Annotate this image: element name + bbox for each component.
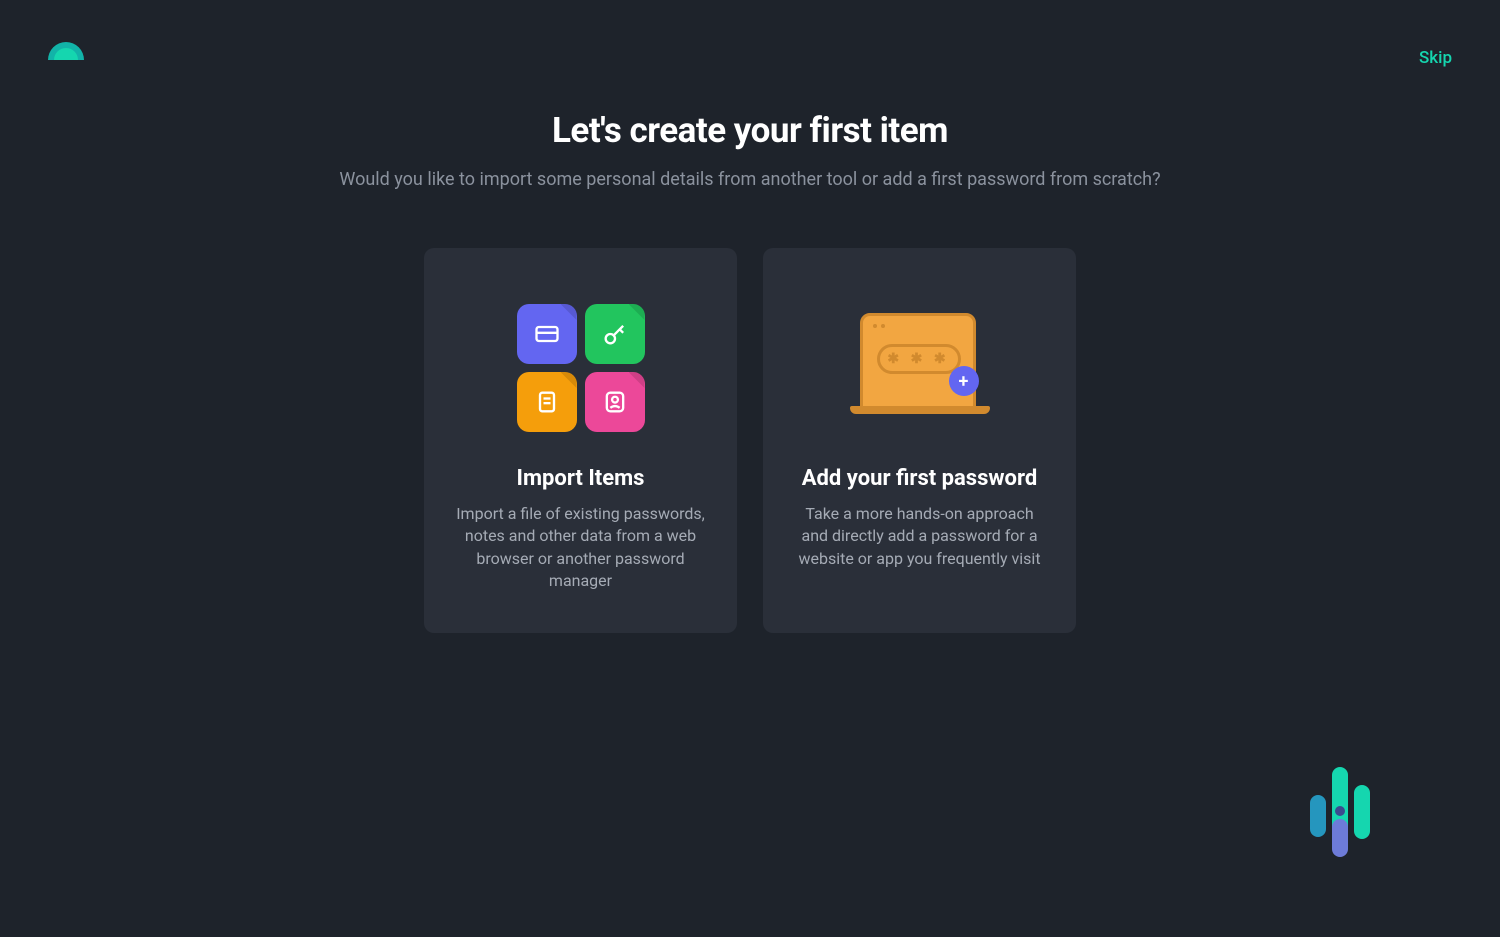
skip-link[interactable]: Skip xyxy=(1419,48,1452,68)
credit-card-icon xyxy=(517,304,577,364)
page-subtitle: Would you like to import some personal d… xyxy=(339,169,1160,190)
note-icon xyxy=(517,372,577,432)
plus-icon: + xyxy=(949,366,979,396)
key-icon xyxy=(585,304,645,364)
person-icon xyxy=(585,372,645,432)
onboarding-content: Let's create your first item Would you l… xyxy=(0,110,1500,633)
add-card-description: Take a more hands-on approach and direct… xyxy=(791,503,1048,570)
add-password-illustration: ✱ ✱ ✱ + xyxy=(850,298,990,438)
import-card-description: Import a file of existing passwords, not… xyxy=(452,503,709,593)
import-items-card[interactable]: Import Items Import a file of existing p… xyxy=(424,248,737,633)
add-password-card[interactable]: ✱ ✱ ✱ + Add your first password Take a m… xyxy=(763,248,1076,633)
import-illustration xyxy=(511,298,651,438)
option-cards: Import Items Import a file of existing p… xyxy=(424,248,1076,633)
add-card-title: Add your first password xyxy=(802,466,1037,491)
page-title: Let's create your first item xyxy=(552,110,948,151)
app-logo-icon xyxy=(48,38,84,60)
assistant-widget-icon[interactable] xyxy=(1310,767,1380,857)
import-card-title: Import Items xyxy=(517,466,645,491)
